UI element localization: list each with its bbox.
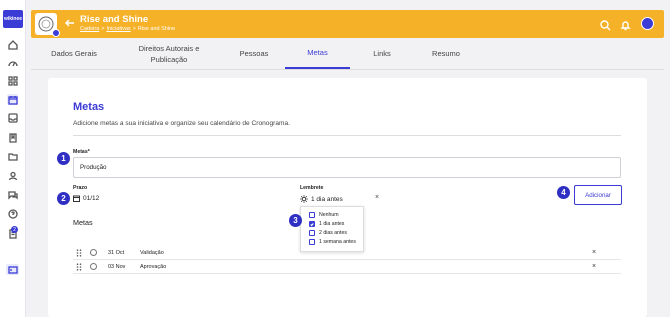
notification-badge: 2	[11, 226, 18, 233]
lembrete-label: Lembrete	[300, 185, 324, 191]
tabs-divider	[31, 69, 664, 70]
option-label: 2 dias antes	[319, 230, 347, 236]
step-marker-2: 2	[57, 192, 70, 205]
dashboard-icon[interactable]	[7, 57, 18, 68]
bell-icon[interactable]	[620, 18, 631, 31]
drag-handle-icon[interactable]	[76, 262, 82, 271]
home-icon[interactable]	[7, 39, 18, 50]
row-description: Validação	[140, 249, 164, 256]
metas-card: Metas Adicione metas a sua iniciativa e …	[48, 78, 647, 317]
lembrete-option-2-dias[interactable]: 2 dias antes	[309, 230, 347, 236]
breadcrumb: Cadeira > Iniciativas > Rise and Shine	[80, 26, 176, 32]
tab-metas[interactable]: Metas	[285, 40, 350, 69]
breadcrumb-current: Rise and Shine	[137, 26, 176, 32]
seal-icon	[38, 16, 54, 32]
app-logo[interactable]: wikinee	[3, 10, 23, 28]
tab-bar: Dados Gerais Direitos Autorais e Publica…	[31, 40, 664, 70]
collapse-icon[interactable]	[6, 264, 19, 275]
tab-direitos-autorais[interactable]: Direitos Autorais e Publicação	[121, 40, 217, 69]
grid-icon[interactable]	[7, 75, 18, 86]
back-arrow-icon[interactable]	[64, 15, 75, 27]
lembrete-select[interactable]: 1 dia antes	[300, 195, 343, 203]
step-marker-3: 3	[289, 214, 302, 227]
search-icon[interactable]	[600, 18, 611, 31]
metas-field-label: Metas*	[73, 149, 90, 155]
step-marker-4: 4	[557, 186, 570, 199]
user-avatar[interactable]	[641, 17, 654, 30]
option-label: Nenhum	[319, 212, 339, 218]
drag-handle-icon[interactable]	[76, 248, 82, 257]
metas-list-label: Metas	[73, 218, 93, 227]
complete-radio[interactable]	[90, 263, 97, 270]
remove-row-button[interactable]: ×	[592, 263, 596, 270]
lembrete-option-1-semana[interactable]: 1 semana antes	[309, 239, 356, 245]
tab-resumo[interactable]: Resumo	[413, 40, 479, 69]
prazo-date-picker[interactable]: 01/12	[73, 195, 99, 202]
tab-links[interactable]: Links	[351, 40, 413, 69]
lembrete-option-nenhum[interactable]: Nenhum	[309, 212, 339, 218]
metas-input[interactable]: Produção	[73, 157, 621, 178]
lembrete-clear-button[interactable]: ×	[375, 194, 379, 201]
checkbox[interactable]	[309, 212, 315, 218]
table-row: 03 Nov Aprovação ×	[73, 260, 621, 274]
help-icon[interactable]	[7, 208, 18, 219]
left-rail: wikinee 2	[0, 0, 26, 317]
sun-icon	[300, 195, 308, 203]
row-date: 03 Nov	[108, 263, 126, 270]
lembrete-option-1-dia[interactable]: 1 dia antes	[309, 221, 344, 227]
prazo-label: Prazo	[73, 185, 88, 191]
breadcrumb-iniciativas[interactable]: Iniciativas	[106, 26, 130, 32]
checkbox[interactable]	[309, 230, 315, 236]
initiative-header: Rise and Shine Cadeira > Iniciativas > Rise …	[31, 10, 664, 38]
calendar-icon[interactable]	[7, 94, 18, 105]
checkbox[interactable]	[309, 239, 315, 245]
option-label: 1 semana antes	[319, 239, 356, 245]
section-title: Metas	[73, 101, 105, 113]
avatar-status	[52, 29, 60, 37]
page-title: Rise and Shine	[80, 14, 149, 25]
chat-icon[interactable]	[7, 189, 18, 200]
option-label: 1 dia antes	[319, 221, 345, 227]
tab-dados-gerais[interactable]: Dados Gerais	[31, 40, 117, 69]
complete-radio[interactable]	[90, 249, 97, 256]
check-icon	[310, 222, 314, 226]
folder-icon[interactable]	[7, 151, 18, 162]
breadcrumb-cadeira[interactable]: Cadeira	[80, 26, 99, 32]
row-description: Aprovação	[140, 263, 167, 270]
table-row: 31 Oct Validação ×	[73, 246, 621, 260]
inbox-icon[interactable]	[7, 112, 18, 123]
checkbox-checked[interactable]	[309, 221, 315, 227]
remove-row-button[interactable]: ×	[592, 249, 596, 256]
lembrete-value: 1 dia antes	[311, 195, 343, 203]
row-date: 31 Oct	[108, 249, 125, 256]
step-marker-1: 1	[57, 152, 70, 165]
book-icon[interactable]	[7, 132, 18, 143]
user-icon[interactable]	[7, 170, 18, 181]
prazo-value: 01/12	[83, 195, 100, 202]
calendar-small-icon	[73, 195, 80, 202]
add-meta-button[interactable]: Adicionar	[574, 185, 622, 205]
tab-pessoas[interactable]: Pessoas	[219, 40, 289, 69]
section-divider	[73, 135, 621, 136]
initiative-avatar	[35, 13, 60, 37]
section-subtitle: Adicione metas a sua iniciativa e organi…	[73, 120, 290, 127]
